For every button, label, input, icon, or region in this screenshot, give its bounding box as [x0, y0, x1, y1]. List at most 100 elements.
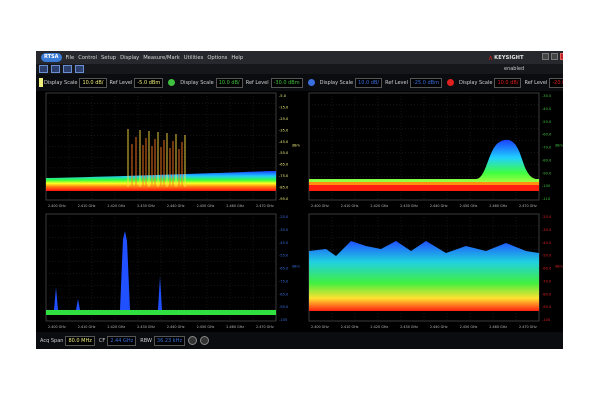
trace-controls-bar: Display Scale 10.0 dB/ Ref Level -5.0 dB…: [36, 74, 563, 91]
ref-level-label: Ref Level: [109, 79, 133, 86]
y-tick-label: -65.0: [279, 267, 289, 271]
bl-spike-2: [76, 299, 80, 310]
ref-level-field[interactable]: -5.0 dBm: [134, 77, 164, 88]
y-tick-label: -65.0: [279, 163, 289, 167]
ref-level-field[interactable]: -20.0 dBm: [549, 77, 563, 88]
y-tick-label: -75.0: [279, 279, 289, 283]
y-tick-label: -5.0: [279, 94, 287, 98]
analyzer-window: RTSA File Control Setup Display Measure/…: [36, 51, 563, 349]
x-tick-label: 2.450 GHz: [460, 325, 478, 329]
bl-spike-3: [120, 231, 130, 310]
y-tick-label: -50.0: [542, 120, 552, 124]
ref-level-field[interactable]: -25.0 dBm: [409, 77, 442, 88]
menu-control[interactable]: Control: [78, 55, 97, 61]
y-tick-label: -90.0: [542, 171, 552, 175]
y-tick-label: -40.0: [542, 241, 552, 245]
x-tick-label: 2.430 GHz: [137, 204, 155, 208]
save-icon[interactable]: [51, 65, 60, 73]
menu-display[interactable]: Display: [120, 55, 139, 61]
trace3-controls: Display Scale 10.0 dB/ Ref Level -25.0 d…: [320, 77, 456, 88]
x-tick-label: 2.420 GHz: [107, 325, 125, 329]
x-tick-label: 2.400 GHz: [48, 325, 66, 329]
x-tick-label: 2.450 GHz: [197, 325, 215, 329]
ref-level-field[interactable]: -30.0 dBm: [270, 77, 303, 88]
y-tick-label: -70.0: [542, 146, 552, 150]
y-tick-label: -60.0: [542, 133, 552, 137]
spectrum-panes: -5.0 -15.0 -25.0 -35.0 -45.0 -55.0 -65.0 -75.0 -…: [36, 91, 563, 332]
brand: ∧ KEYSIGHT: [488, 51, 524, 64]
layout-icon[interactable]: [63, 65, 72, 73]
acq-span-field[interactable]: 80.0 MHz: [65, 335, 95, 346]
trace3-selector[interactable]: [307, 79, 315, 86]
menu-file[interactable]: File: [66, 55, 75, 61]
trace4-controls: Display Scale 10.0 dB/ Ref Level -20.0 d…: [458, 77, 563, 88]
trace2-selector[interactable]: [168, 79, 176, 86]
x-tick-label: 2.450 GHz: [460, 204, 478, 208]
y-tick-label: -45.0: [279, 140, 289, 144]
x-tick-label: 2.430 GHz: [400, 325, 418, 329]
acq-span-label: Acq Span: [40, 337, 64, 344]
trace1-color-tag: [39, 78, 43, 87]
x-tick-label: 2.450 GHz: [197, 204, 215, 208]
tool-bar: enabled: [36, 64, 563, 74]
close-button[interactable]: [560, 53, 563, 60]
display-scale-label: Display Scale: [458, 79, 493, 86]
y-tick-label: -100: [542, 318, 551, 322]
y-tick-label: -20.0: [542, 215, 552, 219]
minimize-button[interactable]: [542, 53, 549, 60]
y-tick-label: -40.0: [542, 107, 552, 111]
x-tick-label: 2.420 GHz: [370, 204, 388, 208]
y-tick-label: -15.0: [279, 105, 289, 109]
y-tick-label: -75.0: [279, 174, 289, 178]
rbw-label: RBW: [140, 337, 152, 344]
x-tick-label: 2.460 GHz: [489, 325, 507, 329]
x-tick-label: 2.470 GHz: [256, 204, 274, 208]
next-button[interactable]: [200, 336, 210, 345]
menu-utilities[interactable]: Utilities: [184, 55, 204, 61]
ref-level-label: Ref Level: [524, 79, 548, 86]
y-tick-label: -35.0: [279, 228, 289, 232]
screenshot-icon[interactable]: [75, 65, 84, 73]
x-tick-label: 2.430 GHz: [137, 325, 155, 329]
ref-level-label: Ref Level: [385, 79, 408, 86]
x-tick-label: 2.420 GHz: [107, 204, 125, 208]
display-scale-field[interactable]: 10.0 dB/: [494, 77, 522, 88]
display-scale-label: Display Scale: [180, 79, 214, 86]
y-tick-label: -25.0: [279, 215, 289, 219]
x-tick-label: 2.410 GHz: [78, 204, 96, 208]
y-tick-label: -45.0: [279, 241, 289, 245]
menu-help[interactable]: Help: [231, 55, 243, 61]
maximize-button[interactable]: [551, 53, 558, 60]
y-tick-label: -55.0: [279, 151, 289, 155]
y-unit-label: dBm: [555, 265, 563, 269]
display-scale-field[interactable]: 10.0 dB/: [215, 77, 243, 88]
y-tick-label: -95.0: [279, 305, 289, 309]
x-tick-label: 2.410 GHz: [78, 325, 96, 329]
br-spectrum: [309, 241, 539, 311]
cf-field[interactable]: 2.44 GHz: [107, 335, 137, 346]
menu-setup[interactable]: Setup: [101, 55, 116, 61]
y-tick-label: -100: [542, 184, 551, 188]
app-logo: RTSA: [41, 53, 62, 62]
y-tick-label: -60.0: [542, 267, 552, 271]
x-tick-label: 2.410 GHz: [341, 325, 359, 329]
run-icon[interactable]: [39, 65, 48, 73]
br-signal-band: [309, 241, 539, 311]
display-scale-field[interactable]: 10.0 dB/: [355, 77, 383, 88]
prev-button[interactable]: [188, 336, 198, 345]
status-text: enabled: [504, 66, 525, 72]
y-tick-label: -25.0: [279, 117, 289, 121]
ref-level-label: Ref Level: [245, 79, 269, 86]
x-tick-label: 2.460 GHz: [226, 204, 244, 208]
bl-spike-4: [158, 276, 162, 310]
x-tick-label: 2.410 GHz: [341, 204, 359, 208]
trace4-selector[interactable]: [446, 79, 454, 86]
menu-measure-mark[interactable]: Measure/Mark: [143, 55, 180, 61]
x-tick-label: 2.460 GHz: [226, 325, 244, 329]
menu-options[interactable]: Options: [207, 55, 227, 61]
y-tick-label: -50.0: [542, 254, 552, 258]
y-tick-label: -95.0: [279, 197, 289, 201]
display-scale-field[interactable]: 10.0 dB/: [79, 77, 107, 88]
rbw-field[interactable]: 36.23 kHz: [153, 335, 186, 346]
window-controls: [542, 53, 563, 60]
